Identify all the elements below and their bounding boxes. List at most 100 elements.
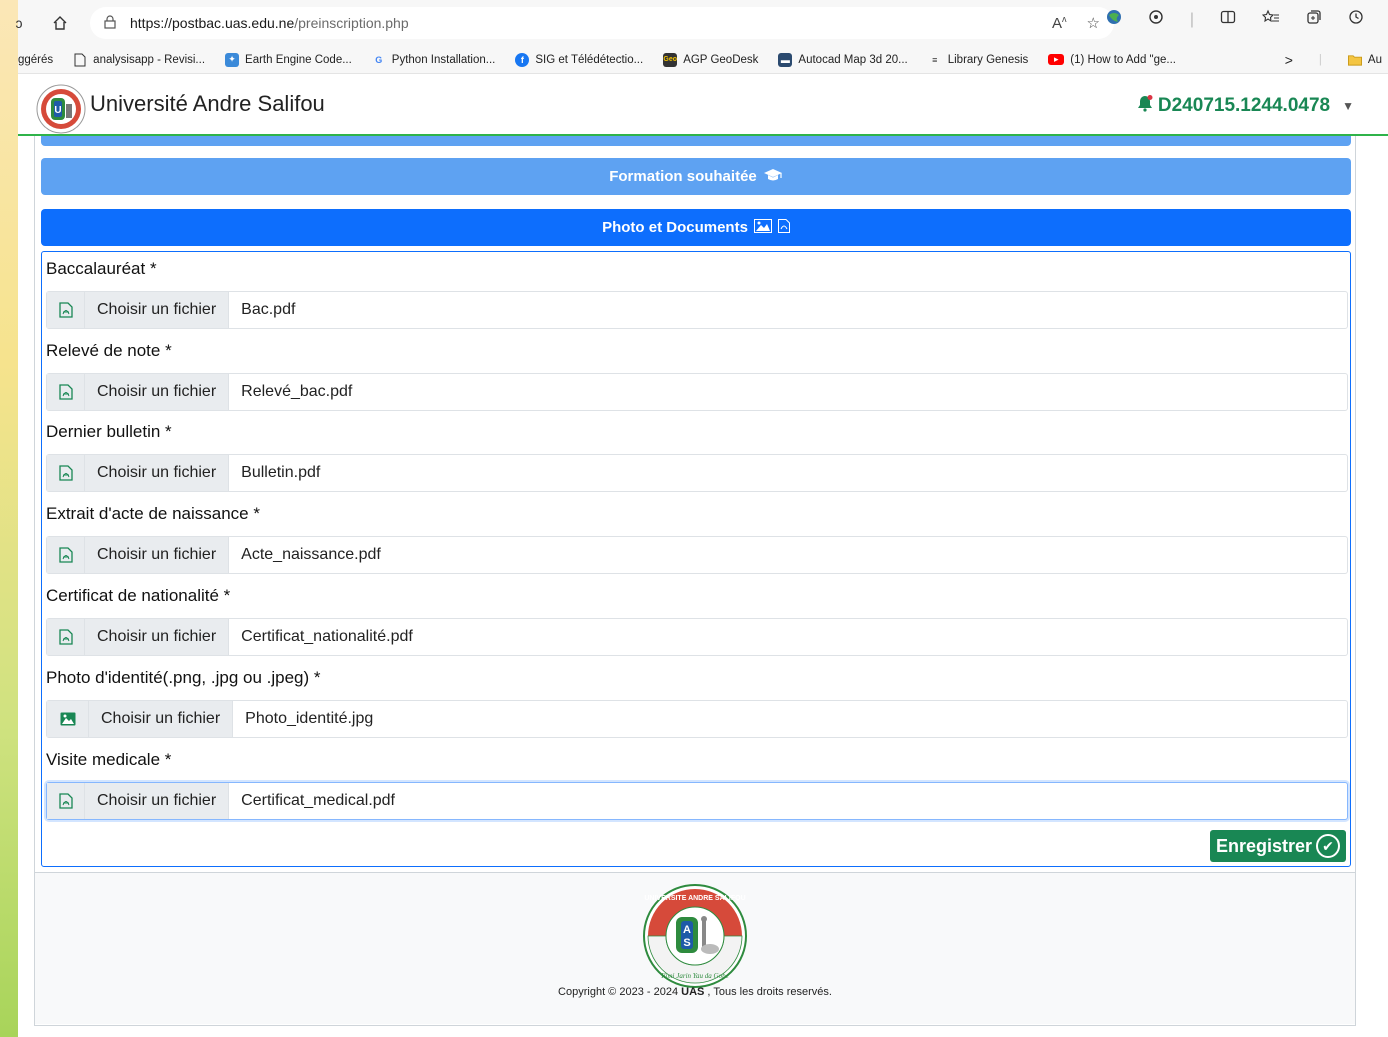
pdf-icon [47, 537, 85, 573]
caret-down-icon: ▼ [1342, 99, 1354, 113]
svg-text:A: A [683, 924, 691, 936]
address-bar[interactable]: https://postbac.uas.edu.ne/preinscriptio… [90, 7, 1114, 39]
browser-toolbar: ɔ https://postbac.uas.edu.ne/preinscript… [16, 0, 1388, 46]
pdf-icon [47, 455, 85, 491]
selected-file-name: Acte_naissance.pdf [241, 546, 381, 563]
pdf-icon [47, 783, 85, 819]
photo-identite-label: Photo d'identité(.png, .jpg ou .jpeg) * [46, 668, 321, 687]
earth-engine-icon: ✦ [225, 52, 240, 67]
svg-text:S: S [683, 937, 690, 949]
svg-text:Ilimi Jarin Yau da Gobe: Ilimi Jarin Yau da Gobe [660, 972, 728, 980]
youtube-icon: ▸ [1048, 54, 1065, 65]
choose-file-button[interactable]: Choisir un fichier [85, 455, 230, 491]
bulletin-file-input[interactable]: Choisir un fichier Bulletin.pdf [46, 454, 1348, 492]
previous-section-button[interactable] [41, 136, 1351, 146]
bookmarks-bar: ggérés analysisapp - Revisi... ✦ Earth E… [18, 46, 1388, 74]
selected-file-name: Photo_identité.jpg [245, 710, 374, 727]
bookmark-folder-item[interactable]: Au [1347, 53, 1382, 67]
bookmark-item[interactable]: Geo AGP GeoDesk [663, 52, 758, 67]
geodesk-icon: Geo [663, 52, 678, 67]
choose-file-button[interactable]: Choisir un fichier [85, 374, 230, 410]
desktop-background [0, 0, 18, 1037]
visite-medicale-label: Visite medicale * [46, 750, 172, 769]
split-screen-icon[interactable] [1220, 9, 1236, 30]
extension-globe-icon[interactable] [1106, 9, 1122, 30]
site-navbar: U Université Andre Salifou D240715.1244.… [18, 74, 1388, 136]
bookmark-divider: | [1318, 54, 1322, 66]
selected-file-name: Certificat_nationalité.pdf [241, 628, 413, 645]
visite-medicale-file-input[interactable]: Choisir un fichier Certificat_medical.pd… [46, 782, 1348, 820]
lock-icon [104, 14, 116, 32]
user-menu[interactable]: D240715.1244.0478 ▼ [1136, 94, 1354, 118]
bac-file-input[interactable]: Choisir un fichier Bac.pdf [46, 291, 1348, 329]
choose-file-button[interactable]: Choisir un fichier [89, 701, 234, 737]
favorites-icon[interactable] [1261, 9, 1280, 30]
choose-file-button[interactable]: Choisir un fichier [85, 537, 230, 573]
selected-file-name: Bac.pdf [241, 301, 296, 318]
svg-text:U: U [54, 105, 61, 116]
bookmark-item[interactable]: ✦ Earth Engine Code... [225, 52, 352, 67]
bookmark-item[interactable]: ▸ (1) How to Add "ge... [1048, 54, 1176, 66]
bac-label: Baccalauréat * [46, 259, 157, 278]
documents-panel: Baccalauréat * Choisir un fichier Bac.pd… [41, 251, 1351, 867]
acte-naissance-file-input[interactable]: Choisir un fichier Acte_naissance.pdf [46, 536, 1348, 574]
bookmark-item[interactable]: ▬ Autocad Map 3d 20... [778, 52, 908, 67]
documents-section-button[interactable]: Photo et Documents [41, 209, 1351, 246]
choose-file-button[interactable]: Choisir un fichier [85, 783, 230, 819]
favorite-star-icon[interactable]: ☆ [1087, 14, 1100, 32]
university-logo[interactable]: U [36, 84, 86, 134]
library-icon: ≡ [932, 54, 938, 65]
url-host: https://postbac.uas.edu.ne [130, 15, 295, 31]
choose-file-button[interactable]: Choisir un fichier [85, 619, 230, 655]
svg-text:UNIVERSITE ANDRE SALIFOU: UNIVERSITE ANDRE SALIFOU [644, 895, 745, 902]
pdf-icon [47, 292, 85, 328]
google-icon: G [375, 54, 383, 65]
autocad-icon: ▬ [778, 52, 793, 67]
releve-label: Relevé de note * [46, 341, 172, 360]
check-circle-icon: ✔ [1316, 834, 1340, 858]
choose-file-button[interactable]: Choisir un fichier [85, 292, 230, 328]
graduation-cap-icon [763, 168, 783, 186]
url-path: /preinscription.php [294, 15, 409, 31]
extensions-icon[interactable] [1148, 9, 1164, 30]
nationalite-label: Certificat de nationalité * [46, 586, 231, 605]
images-icon [753, 218, 772, 237]
formation-section-button[interactable]: Formation souhaitée [41, 158, 1351, 195]
bookmark-item[interactable]: G Python Installation... [372, 53, 495, 67]
folder-icon [1347, 53, 1362, 67]
read-aloud-icon[interactable]: Aʌ [1052, 14, 1067, 32]
main-container: Formation souhaitée Photo et Documents B… [34, 136, 1356, 1026]
bookmark-item[interactable]: f SIG et Télédétectio... [515, 52, 643, 67]
releve-file-input[interactable]: Choisir un fichier Relevé_bac.pdf [46, 373, 1348, 411]
bell-icon [1136, 94, 1154, 118]
file-pdf-icon [777, 218, 790, 237]
pdf-icon [47, 374, 85, 410]
back-icon[interactable]: ɔ [12, 9, 26, 37]
image-icon [47, 701, 89, 737]
selected-file-name: Relevé_bac.pdf [241, 383, 353, 400]
bookmark-item[interactable]: ≡ Library Genesis [928, 53, 1028, 67]
copyright-text: Copyright © 2023 - 2024 UAS , Tous les d… [558, 986, 832, 998]
pdf-icon [47, 619, 85, 655]
bookmark-item[interactable]: ggérés [18, 54, 53, 66]
chevron-right-icon[interactable]: > [1285, 52, 1293, 68]
collections-icon[interactable] [1306, 9, 1322, 30]
history-icon[interactable] [1348, 9, 1364, 30]
toolbar-divider: | [1189, 10, 1194, 28]
bulletin-label: Dernier bulletin * [46, 422, 172, 441]
user-id: D240715.1244.0478 [1157, 95, 1331, 116]
acte-naissance-label: Extrait d'acte de naissance * [46, 504, 260, 523]
footer: A S Ilimi Jarin Yau da Gobe UNIVERSITE A… [35, 872, 1355, 1024]
selected-file-name: Bulletin.pdf [241, 464, 321, 481]
selected-file-name: Certificat_medical.pdf [241, 792, 395, 809]
save-button[interactable]: Enregistrer ✔ [1209, 830, 1346, 862]
page-icon [73, 53, 87, 67]
site-brand[interactable]: Université Andre Salifou [90, 91, 325, 117]
photo-identite-file-input[interactable]: Choisir un fichier Photo_identité.jpg [46, 700, 1348, 738]
nationalite-file-input[interactable]: Choisir un fichier Certificat_nationalit… [46, 618, 1348, 656]
copyright-org: UAS [681, 986, 705, 998]
facebook-icon: f [515, 52, 530, 67]
home-icon[interactable] [46, 9, 74, 37]
bookmark-item[interactable]: analysisapp - Revisi... [73, 53, 205, 67]
university-seal: A S Ilimi Jarin Yau da Gobe UNIVERSITE A… [642, 883, 748, 989]
